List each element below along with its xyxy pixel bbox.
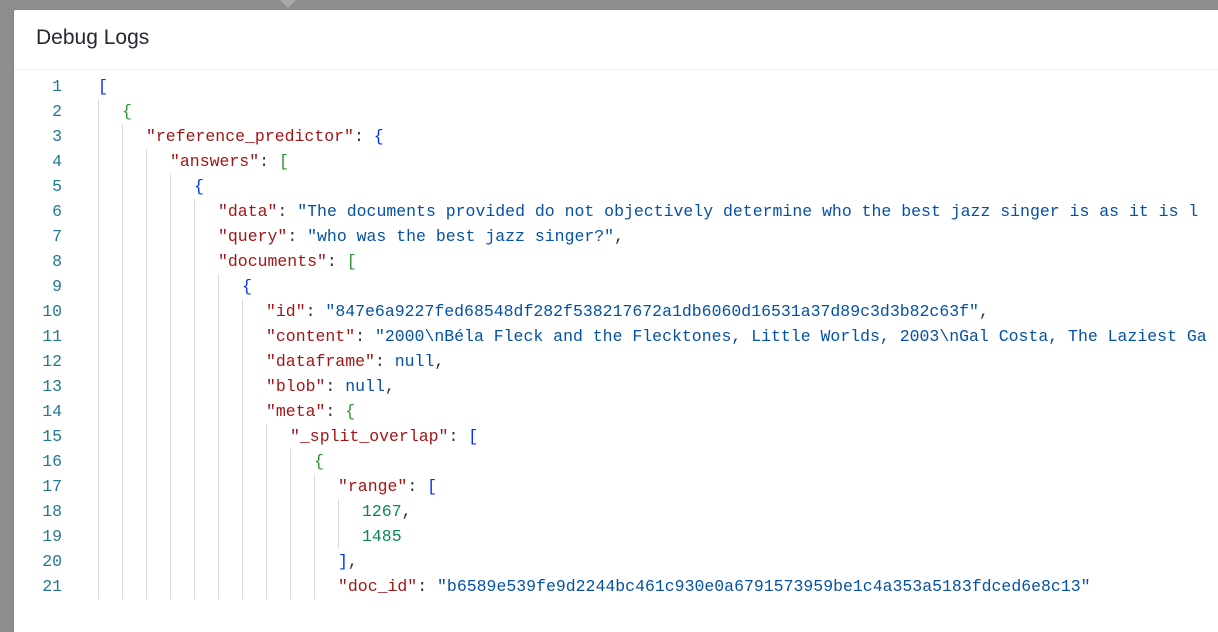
line-number: 3 <box>14 124 62 149</box>
code-line: "data": "The documents provided do not o… <box>98 199 1218 224</box>
line-number: 8 <box>14 249 62 274</box>
code-line: "blob": null, <box>98 374 1218 399</box>
code-line: "content": "2000\nBéla Fleck and the Fle… <box>98 324 1218 349</box>
line-number: 15 <box>14 424 62 449</box>
line-number: 13 <box>14 374 62 399</box>
code-line: "dataframe": null, <box>98 349 1218 374</box>
line-number: 18 <box>14 499 62 524</box>
panel-title: Debug Logs <box>14 10 1218 69</box>
line-number: 14 <box>14 399 62 424</box>
line-number: 10 <box>14 299 62 324</box>
code-line: "doc_id": "b6589e539fe9d2244bc461c930e0a… <box>98 574 1218 599</box>
line-number-gutter: 123456789101112131415161718192021 <box>14 70 76 629</box>
line-number: 7 <box>14 224 62 249</box>
code-line: { <box>98 274 1218 299</box>
code-line: "_split_overlap": [ <box>98 424 1218 449</box>
code-line: 1267, <box>98 499 1218 524</box>
line-number: 17 <box>14 474 62 499</box>
code-line: "query": "who was the best jazz singer?"… <box>98 224 1218 249</box>
line-number: 21 <box>14 574 62 599</box>
line-number: 9 <box>14 274 62 299</box>
drag-handle-icon[interactable] <box>280 0 296 8</box>
code-viewer[interactable]: 123456789101112131415161718192021 [{"ref… <box>14 69 1218 629</box>
line-number: 11 <box>14 324 62 349</box>
code-line: "meta": { <box>98 399 1218 424</box>
line-number: 2 <box>14 99 62 124</box>
debug-logs-panel: Debug Logs 12345678910111213141516171819… <box>14 10 1218 632</box>
code-line: "documents": [ <box>98 249 1218 274</box>
line-number: 1 <box>14 74 62 99</box>
top-resize-bar[interactable] <box>0 0 1218 10</box>
line-number: 4 <box>14 149 62 174</box>
code-line: { <box>98 449 1218 474</box>
code-line: ], <box>98 549 1218 574</box>
code-line: "answers": [ <box>98 149 1218 174</box>
line-number: 5 <box>14 174 62 199</box>
line-number: 20 <box>14 549 62 574</box>
line-number: 19 <box>14 524 62 549</box>
line-number: 12 <box>14 349 62 374</box>
code-line: "reference_predictor": { <box>98 124 1218 149</box>
code-line: "range": [ <box>98 474 1218 499</box>
line-number: 6 <box>14 199 62 224</box>
code-content: [{"reference_predictor": {"answers": [{"… <box>76 70 1218 629</box>
line-number: 16 <box>14 449 62 474</box>
code-line: [ <box>98 74 1218 99</box>
code-line: { <box>98 174 1218 199</box>
code-line: 1485 <box>98 524 1218 549</box>
code-line: { <box>98 99 1218 124</box>
code-line: "id": "847e6a9227fed68548df282f538217672… <box>98 299 1218 324</box>
